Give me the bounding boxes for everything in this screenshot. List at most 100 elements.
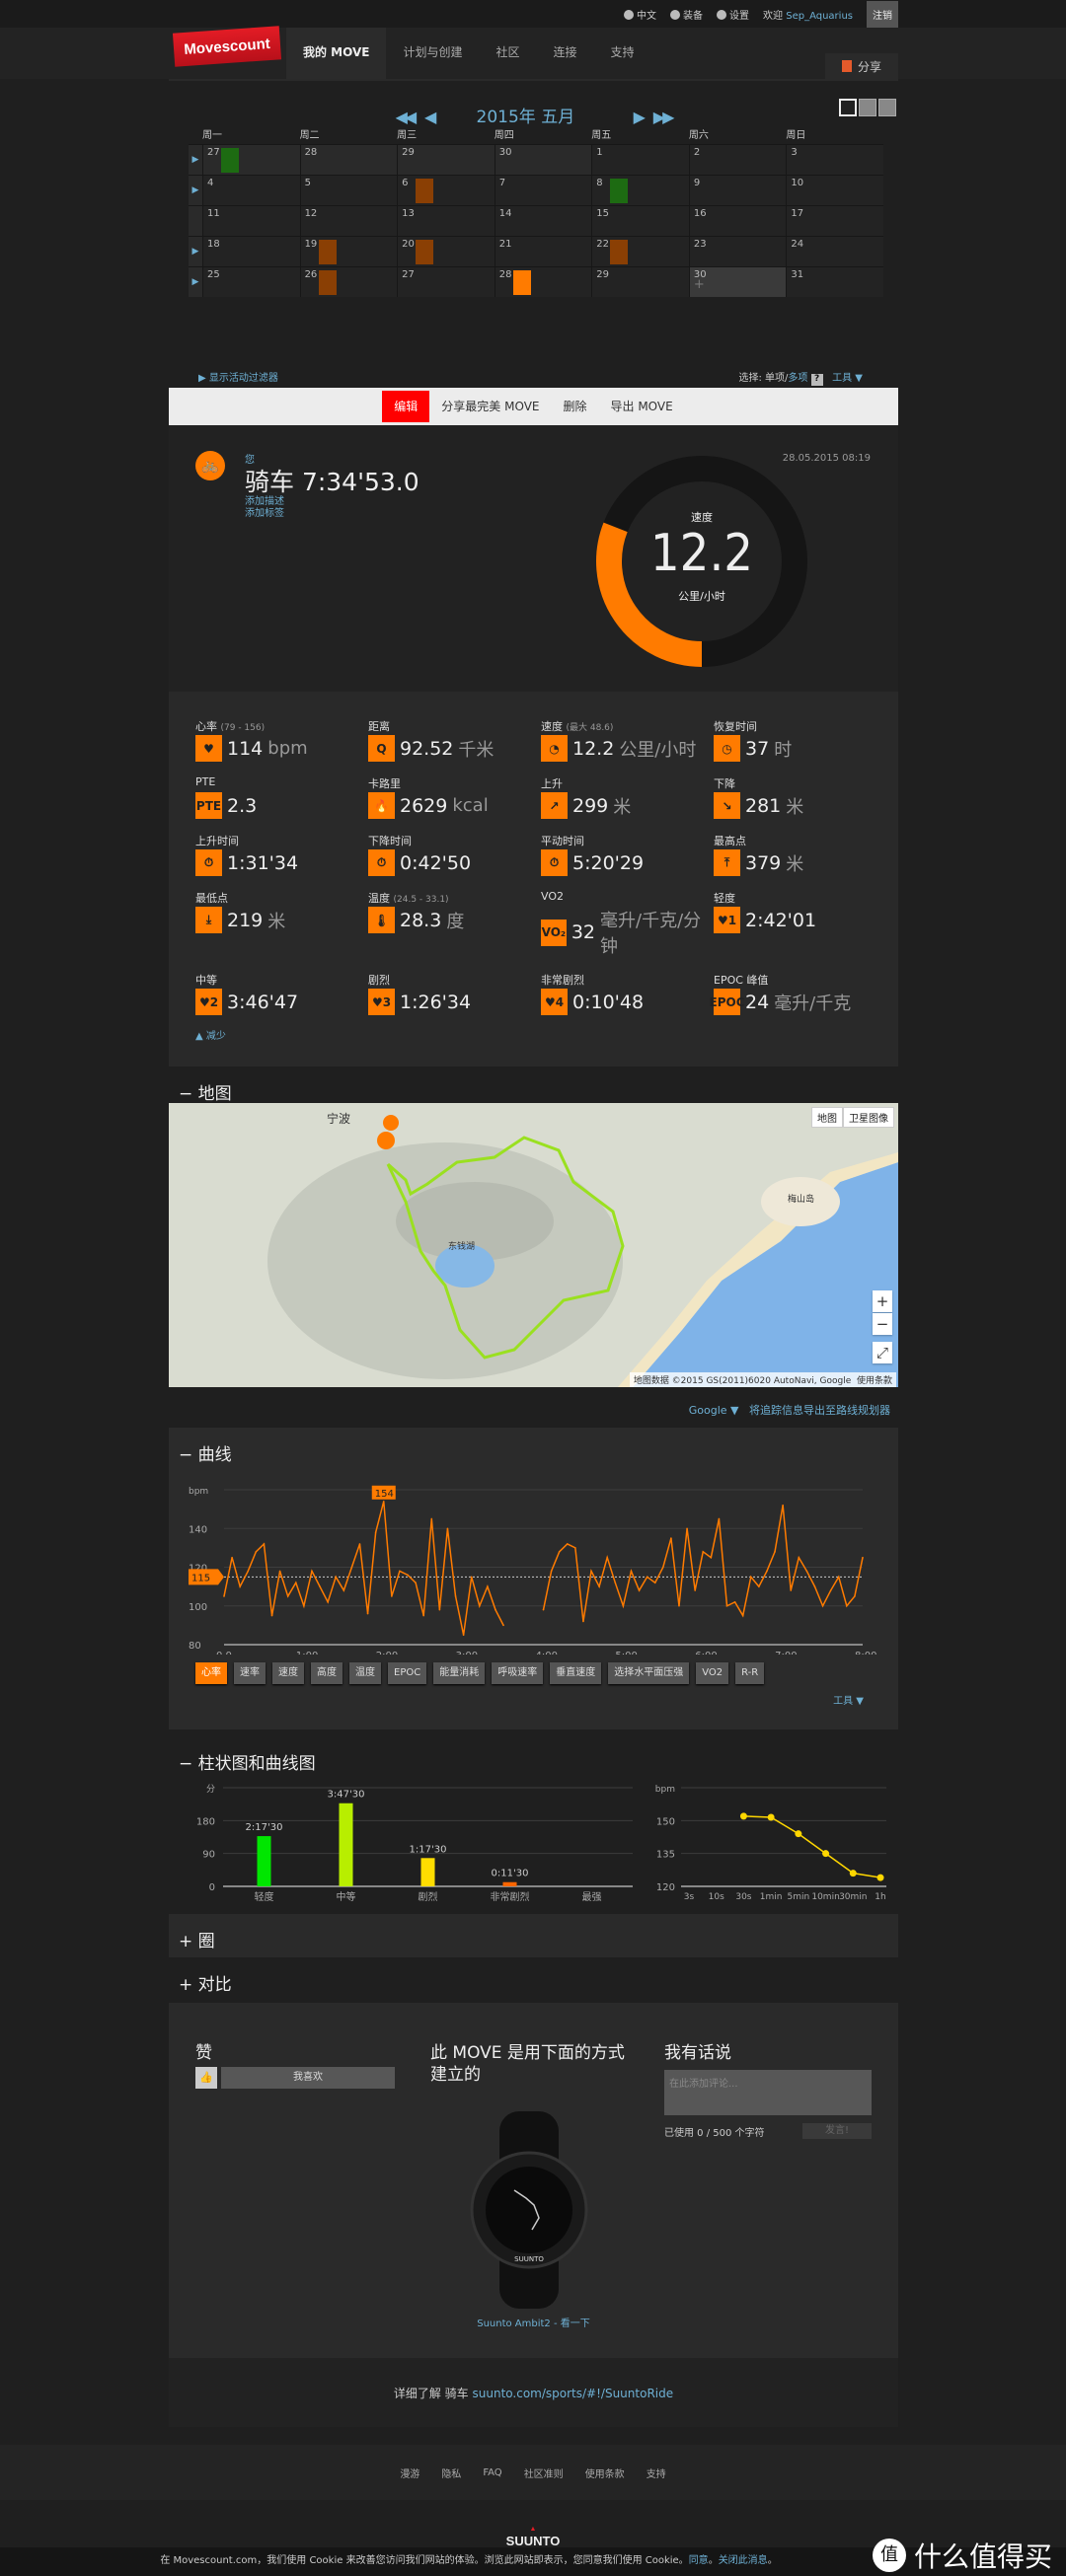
nav-community[interactable]: 社区 <box>480 28 537 79</box>
calendar-day[interactable]: 8 <box>591 176 689 205</box>
calendar-day[interactable]: 28 <box>494 267 592 297</box>
prev-month-icon[interactable]: ◀ <box>424 108 436 126</box>
series-button[interactable]: 能量消耗 <box>433 1662 486 1684</box>
activity-icon[interactable] <box>610 240 629 264</box>
map-type-map[interactable]: 地图 <box>811 1107 843 1128</box>
series-button[interactable]: 高度 <box>311 1662 343 1684</box>
calendar-day[interactable]: 6 <box>397 176 495 205</box>
chart-tools-menu[interactable]: 工具 ▼ <box>833 1692 864 1707</box>
compare-section-toggle[interactable]: + 对比 <box>169 1957 898 2008</box>
gear-link[interactable]: 装备 <box>670 7 703 22</box>
calendar-day[interactable]: 25 <box>202 267 300 297</box>
calendar-day[interactable]: 26 <box>299 267 398 297</box>
calendar-day[interactable]: 18 <box>202 237 300 266</box>
share-button[interactable]: 分享 <box>825 53 898 79</box>
add-tags-link[interactable]: 添加标签 <box>245 508 284 520</box>
comment-input[interactable]: 在此添加评论... <box>664 2070 872 2115</box>
help-icon[interactable]: ? <box>810 374 823 386</box>
cloud-view-icon[interactable] <box>878 99 896 116</box>
expand-week-icon[interactable]: ▶ <box>189 145 202 175</box>
show-filter-link[interactable]: ▶ 显示活动过滤器 <box>198 369 278 384</box>
calendar-day[interactable]: 15 <box>591 206 689 236</box>
activity-icon[interactable] <box>318 270 337 295</box>
calendar-day[interactable]: 21 <box>494 237 592 266</box>
like-button[interactable]: 我喜欢 <box>221 2067 395 2089</box>
map-type-satellite[interactable]: 卫星图像 <box>843 1107 894 1128</box>
calendar-view-icon[interactable] <box>839 99 857 116</box>
calendar-day[interactable]: 22 <box>591 237 689 266</box>
map-provider-dropdown[interactable]: Google ▼ <box>689 1404 739 1417</box>
series-button[interactable]: 呼吸速率 <box>492 1662 544 1684</box>
calendar-tools-menu[interactable]: 工具 ▼ <box>832 373 863 384</box>
zoom-out-button[interactable]: − <box>873 1313 892 1335</box>
calendar-day[interactable]: 30 <box>494 145 592 175</box>
logout-button[interactable]: 注销 <box>867 0 898 28</box>
next-month-icon[interactable]: ▶ <box>634 108 646 126</box>
calendar-day[interactable]: 24 <box>786 237 883 266</box>
next-year-icon[interactable]: ▶▶ <box>653 108 675 126</box>
add-move-icon[interactable]: + <box>694 278 783 291</box>
series-button[interactable]: VO2 <box>696 1662 729 1684</box>
expand-week-icon[interactable]: ▶ <box>189 237 202 266</box>
device-link[interactable]: Suunto Ambit2 - 看一下 <box>169 2315 898 2329</box>
calendar-day[interactable]: 13 <box>397 206 495 236</box>
series-button[interactable]: 速度 <box>272 1662 304 1684</box>
delete-button[interactable]: 删除 <box>552 391 599 422</box>
settings-link[interactable]: 设置 <box>717 7 749 22</box>
footer-link-guidelines[interactable]: 社区准则 <box>524 2466 564 2480</box>
calendar-day[interactable]: 16 <box>688 206 787 236</box>
activity-icon[interactable] <box>512 270 531 295</box>
add-description-link[interactable]: 添加描述 <box>245 496 284 508</box>
calendar-day[interactable]: 9 <box>688 176 787 205</box>
footer-link-terms[interactable]: 使用条款 <box>585 2466 625 2480</box>
calendar-day[interactable]: 29 <box>397 145 495 175</box>
footer-link-faq[interactable]: FAQ <box>483 2467 501 2478</box>
route-map[interactable]: 宁波 东钱湖 梅山岛 地图 卫星图像 + − ⤢ 地图数据 ©2015 GS(2… <box>169 1103 898 1387</box>
cookie-agree-link[interactable]: 同意 <box>689 2555 709 2566</box>
calendar-day[interactable]: 19 <box>299 237 398 266</box>
fullscreen-button[interactable]: ⤢ <box>873 1342 892 1363</box>
start-marker[interactable] <box>383 1115 399 1131</box>
calendar-day[interactable]: 14 <box>494 206 592 236</box>
calendar-day[interactable]: 23 <box>688 237 787 266</box>
calendar-day[interactable]: 12 <box>299 206 398 236</box>
footer-link-privacy[interactable]: 隐私 <box>441 2466 461 2480</box>
activity-icon[interactable] <box>610 179 629 203</box>
thumbs-up-icon[interactable]: 👍 <box>195 2067 217 2089</box>
calendar-day[interactable]: 31 <box>786 267 883 297</box>
expand-week-icon[interactable]: ▶ <box>189 267 202 297</box>
username-link[interactable]: Sep_Aquarius <box>786 11 853 22</box>
post-comment-button[interactable]: 发言! <box>802 2123 872 2139</box>
export-move-button[interactable]: 导出 MOVE <box>599 391 685 422</box>
activity-icon[interactable] <box>318 240 337 264</box>
learn-more-link[interactable]: suunto.com/sports/#!/SuuntoRide <box>473 2387 674 2400</box>
series-button[interactable]: 心率 <box>195 1662 227 1684</box>
reduce-link[interactable]: ▲ 减少 <box>195 1027 898 1042</box>
calendar-day[interactable]: 4 <box>202 176 300 205</box>
activity-icon[interactable] <box>416 240 434 264</box>
calendar-day[interactable]: 27 <box>202 145 300 175</box>
calendar-day[interactable]: 30 + <box>688 267 787 297</box>
series-button[interactable]: 选择水平面压强 <box>608 1662 690 1684</box>
export-route-link[interactable]: 将追踪信息导出至路线规划器 <box>749 1404 890 1417</box>
list-view-icon[interactable] <box>859 99 876 116</box>
edit-button[interactable]: 编辑 <box>382 391 430 422</box>
zoom-in-button[interactable]: + <box>873 1290 892 1312</box>
nav-support[interactable]: 支持 <box>594 28 651 79</box>
activity-icon[interactable] <box>416 179 434 203</box>
expand-week-icon[interactable]: ▶ <box>189 176 202 205</box>
calendar-day[interactable]: 28 <box>299 145 398 175</box>
calendar-day[interactable]: 17 <box>786 206 883 236</box>
cookie-close-link[interactable]: 关闭此消息 <box>719 2555 768 2566</box>
share-best-move-button[interactable]: 分享最完美 MOVE <box>429 391 551 422</box>
calendar-day[interactable]: 3 <box>786 145 883 175</box>
nav-my-move[interactable]: 我的 MOVE <box>286 28 387 79</box>
footer-link-support[interactable]: 支持 <box>647 2466 666 2480</box>
calendar-day[interactable]: 27 <box>397 267 495 297</box>
select-single[interactable]: 单项 <box>765 373 785 384</box>
nav-plan-create[interactable]: 计划与创建 <box>386 28 479 79</box>
select-multi[interactable]: 多项 <box>788 373 807 384</box>
calendar-day[interactable]: 7 <box>494 176 592 205</box>
language-selector[interactable]: 中文 <box>624 7 656 22</box>
prev-year-icon[interactable]: ◀◀ <box>396 108 418 126</box>
